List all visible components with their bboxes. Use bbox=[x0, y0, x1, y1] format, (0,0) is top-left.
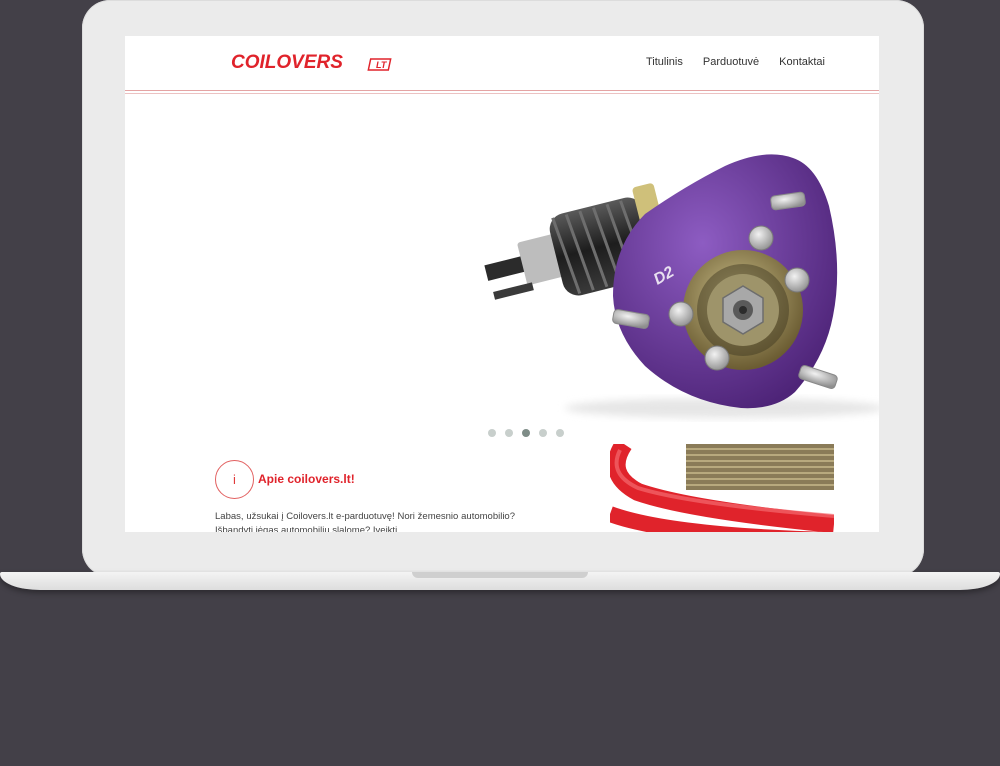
laptop-base bbox=[0, 572, 1000, 590]
nav-parduotuve[interactable]: Parduotuvė bbox=[703, 56, 759, 68]
slider-dots bbox=[488, 429, 564, 437]
nav-titulinis[interactable]: Titulinis bbox=[646, 56, 683, 68]
spring-thumbnail[interactable] bbox=[610, 444, 834, 532]
nav-kontaktai[interactable]: Kontaktai bbox=[779, 56, 825, 68]
laptop-notch bbox=[412, 572, 588, 578]
slider-dot-3-active[interactable] bbox=[522, 429, 530, 437]
info-glyph: i bbox=[233, 472, 236, 487]
slider-dot-2[interactable] bbox=[505, 429, 513, 437]
hero-slider[interactable]: D2 bbox=[125, 96, 879, 442]
coilovers-logo[interactable]: COILOVERS LT bbox=[229, 48, 397, 74]
info-icon: i bbox=[215, 460, 254, 499]
slider-dot-1[interactable] bbox=[488, 429, 496, 437]
site-header: COILOVERS LT Titulinis Parduotuvė Kontak… bbox=[125, 36, 879, 92]
red-spring-image bbox=[610, 444, 834, 532]
website-screen: COILOVERS LT Titulinis Parduotuvė Kontak… bbox=[125, 36, 879, 532]
svg-text:COILOVERS: COILOVERS bbox=[231, 52, 343, 73]
header-divider-secondary bbox=[125, 93, 879, 94]
slider-dot-5[interactable] bbox=[556, 429, 564, 437]
about-title: Apie coilovers.lt! bbox=[258, 472, 355, 486]
coilover-product-image: D2 bbox=[484, 154, 879, 418]
main-nav: Titulinis Parduotuvė Kontaktai bbox=[646, 56, 825, 68]
svg-text:LT: LT bbox=[376, 60, 388, 70]
about-text: Labas, užsukai į Coilovers.lt e-parduotu… bbox=[215, 511, 515, 532]
slider-dot-4[interactable] bbox=[539, 429, 547, 437]
header-divider bbox=[125, 90, 879, 91]
